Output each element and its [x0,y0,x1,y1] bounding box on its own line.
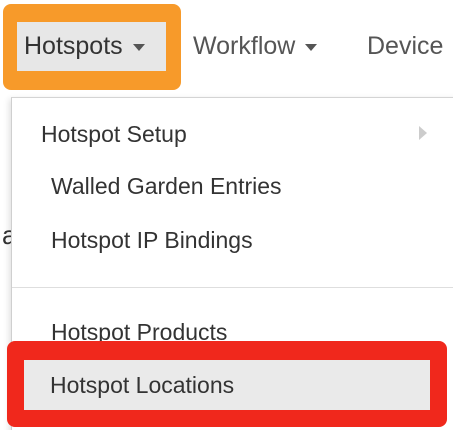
nav-item-label: Workflow [193,31,296,60]
menu-item-label: Hotspot Setup [41,120,187,147]
chevron-right-icon [419,126,427,140]
menu-item-label: Walled Garden Entries [51,172,282,199]
menu-item-hotspot-locations[interactable]: Hotspot Locations [24,360,430,410]
menu-item-label: Hotspot Locations [50,371,235,398]
menu-item-hotspot-setup[interactable]: Hotspot Setup [12,110,453,158]
nav-item-device[interactable]: Device [367,22,443,70]
caret-down-icon [305,44,318,51]
nav-item-workflow[interactable]: Workflow [193,22,318,70]
screenshot-stage: a Hotspots Workflow Device Hotspot Setup… [0,0,453,430]
caret-down-icon [132,44,145,51]
menu-item-walled-garden-entries[interactable]: Walled Garden Entries [12,162,453,210]
nav-item-label: Device [367,31,444,60]
menu-item-label: Hotspot IP Bindings [51,226,253,253]
nav-item-label: Hotspots [24,31,123,60]
nav-item-hotspots[interactable]: Hotspots [24,22,145,70]
menu-divider [12,287,453,288]
menu-item-hotspot-ip-bindings[interactable]: Hotspot IP Bindings [12,216,453,264]
